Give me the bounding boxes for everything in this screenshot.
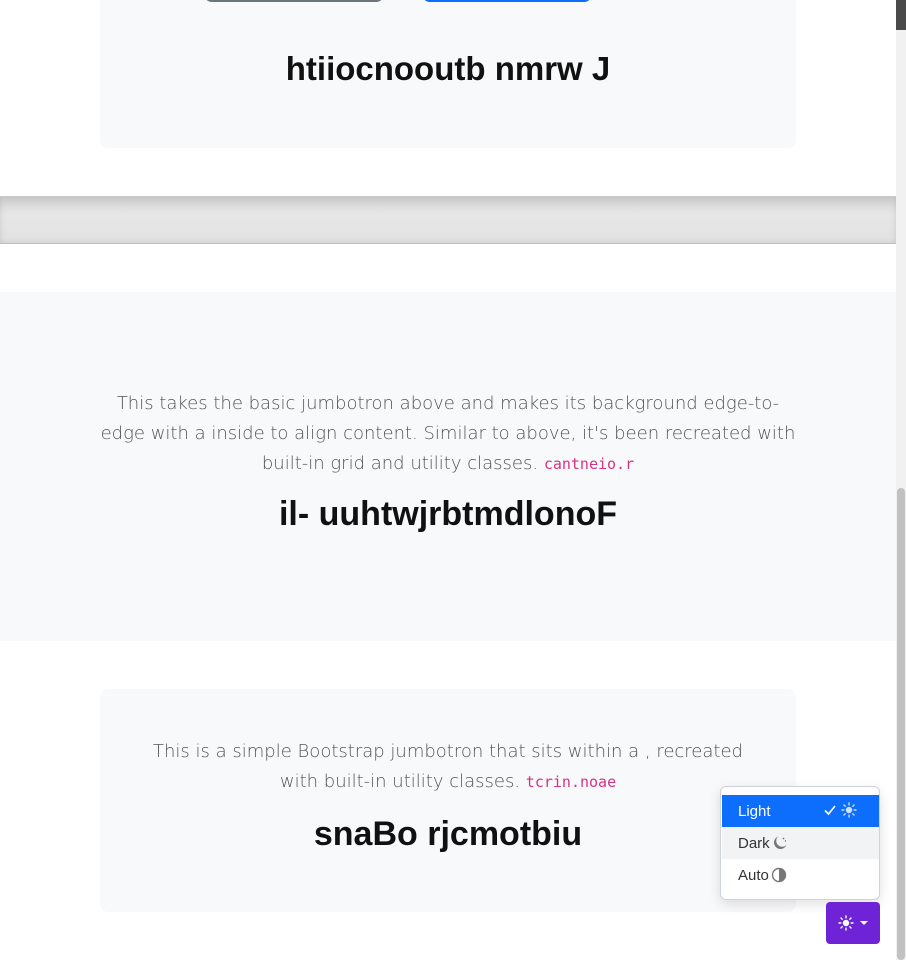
primary-button-partial[interactable]	[422, 0, 592, 2]
secondary-button-partial[interactable]	[204, 0, 384, 2]
fluid-code-snippet: cantneio.r	[543, 455, 635, 473]
scrollbar-thumb[interactable]	[897, 488, 905, 960]
top-jumbotron: htiiocnooutb nmrw J	[100, 0, 796, 148]
sun-icon	[841, 802, 857, 818]
contained-jumbotron-lead: This is a simple Bootstrap jumbotron tha…	[140, 737, 756, 797]
half-circle-icon	[771, 867, 787, 883]
theme-option-label: Dark	[738, 834, 770, 852]
contained-code-snippet: tcrin.noae	[525, 773, 617, 791]
fluid-jumbotron-title: il- uuhtwjrbtmdlonoF	[278, 495, 618, 533]
scrollbar-top	[896, 0, 906, 30]
sun-icon	[838, 915, 854, 931]
theme-dropdown-menu: Light Dark Auto	[720, 786, 880, 900]
theme-option-light[interactable]: Light	[722, 795, 879, 827]
light-option-icons	[823, 802, 857, 818]
fluid-jumbotron-lead: This takes the basic jumbotron above and…	[100, 389, 796, 479]
section-divider	[0, 196, 896, 244]
moon-stars-icon	[772, 835, 788, 851]
theme-option-label: Light	[738, 802, 771, 820]
chevron-down-icon	[860, 921, 868, 925]
contained-jumbotron-title: snaBo rjcmotbiu	[313, 815, 583, 853]
contained-jumbotron: This is a simple Bootstrap jumbotron tha…	[100, 689, 796, 912]
theme-option-auto[interactable]: Auto	[722, 859, 879, 891]
theme-toggle-button[interactable]	[826, 902, 880, 944]
top-jumbotron-title: htiiocnooutb nmrw J	[285, 50, 611, 87]
fluid-jumbotron: This takes the basic jumbotron above and…	[0, 292, 896, 641]
contained-lead-text: This is a simple Bootstrap jumbotron tha…	[153, 741, 743, 792]
theme-option-label: Auto	[738, 866, 769, 884]
check-icon	[824, 805, 836, 816]
theme-option-dark[interactable]: Dark	[722, 827, 879, 859]
fluid-lead-text: This takes the basic jumbotron above and…	[100, 393, 796, 474]
